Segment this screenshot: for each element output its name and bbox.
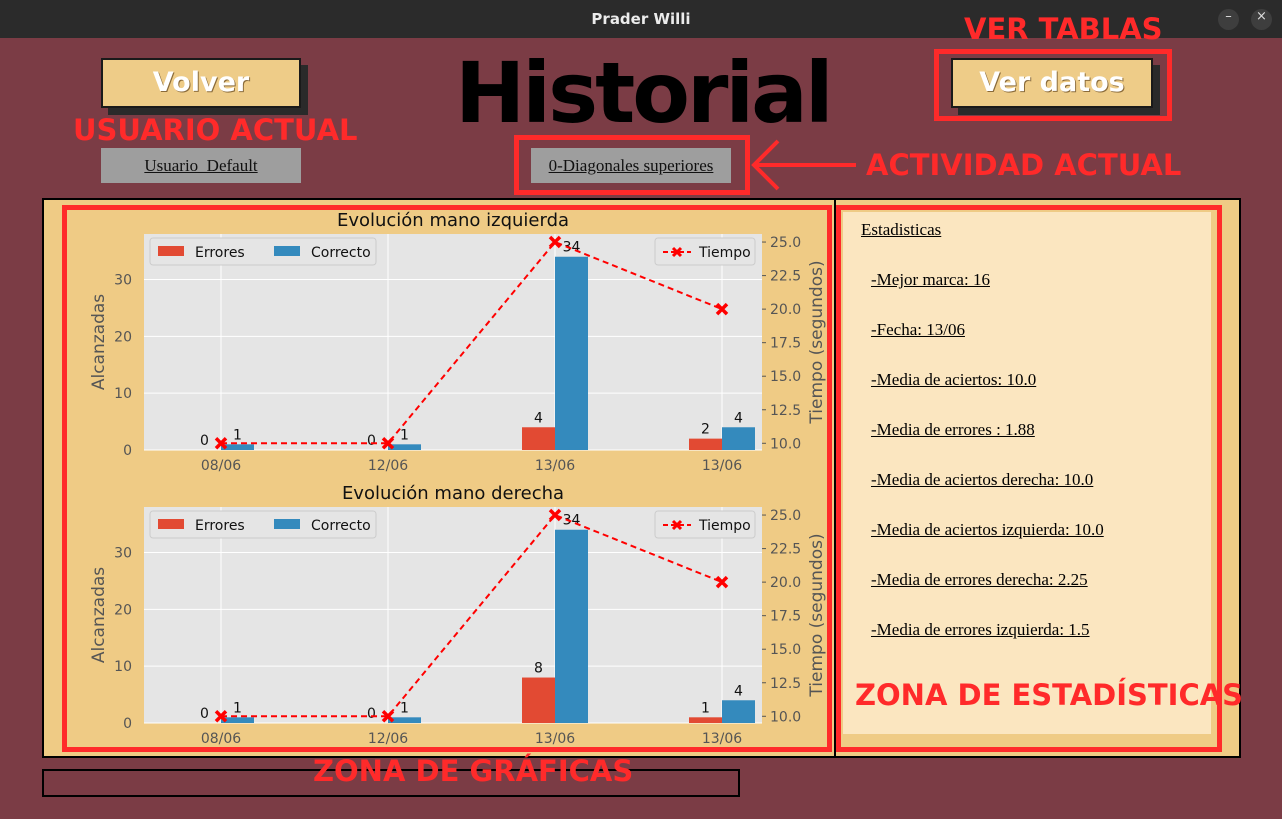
annotation-box-charts <box>62 205 832 752</box>
annotation-zona-graficas: ZONA DE GRÁFICAS <box>313 754 634 788</box>
annotation-actividad-actual: ACTIVIDAD ACTUAL <box>866 148 1182 182</box>
close-icon[interactable]: × <box>1251 9 1272 30</box>
annotation-ver-tablas: VER TABLAS <box>964 12 1163 46</box>
minimize-icon[interactable]: – <box>1218 9 1239 30</box>
annotation-box-stats <box>836 205 1222 752</box>
current-user-label: Usuario_Default <box>101 148 301 183</box>
annotation-zona-estadisticas: ZONA DE ESTADÍSTICAS <box>855 678 1244 712</box>
current-activity-label: 0-Diagonales superiores <box>531 148 731 183</box>
page-title: Historial <box>455 44 834 142</box>
annotation-usuario-actual: USUARIO ACTUAL <box>73 113 358 147</box>
arrow-left-icon <box>751 139 856 191</box>
back-button[interactable]: Volver <box>101 58 301 108</box>
view-data-button[interactable]: Ver datos <box>951 58 1153 108</box>
